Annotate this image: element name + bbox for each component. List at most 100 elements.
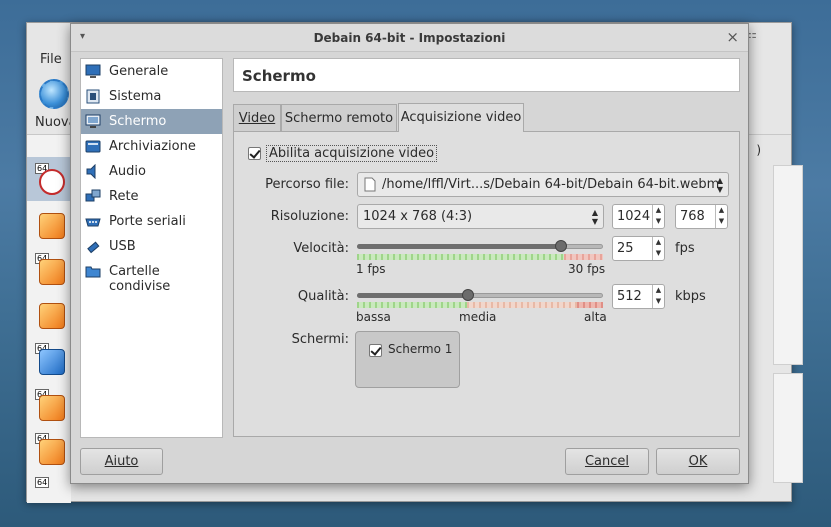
tab-schermo-remoto[interactable]: Schermo remoto — [281, 104, 397, 132]
sidebar-item-label: Generale — [109, 64, 169, 79]
sidebar-item-label: Cartelle condivise — [109, 264, 171, 294]
quality-slider-handle[interactable] — [462, 289, 474, 301]
sidebar-item-generale[interactable]: Generale — [81, 59, 222, 84]
quality-label: Qualità: — [297, 289, 349, 304]
sidebar-item-label: Schermo — [109, 114, 167, 129]
settings-dialog: ▾ Debain 64-bit - Impostazioni × General… — [70, 23, 749, 484]
help-button[interactable]: Aiuto — [80, 448, 163, 475]
sidebar-item-sistema[interactable]: Sistema — [81, 84, 222, 109]
ubuntu-logo-icon — [39, 303, 65, 329]
debian-logo-icon — [39, 169, 65, 195]
vm-list-item[interactable]: 64 — [35, 343, 67, 375]
sidebar-item-label: Archiviazione — [109, 139, 196, 154]
screen-1-label[interactable]: Schermo 1 — [388, 342, 452, 356]
resolution-value: 1024 x 768 (4:3) — [363, 209, 473, 224]
sidebar-item-porte-seriali[interactable]: Porte seriali — [81, 209, 222, 234]
spin-arrows-icon[interactable]: ▲ ▼ — [652, 285, 664, 308]
screens-list: Schermo 1 — [355, 331, 460, 388]
height-spinbox[interactable]: 768 ▲ ▼ — [675, 204, 728, 229]
ubuntu-logo-icon — [39, 213, 65, 239]
cancel-button[interactable]: Cancel — [565, 448, 649, 475]
tab-video[interactable]: Video — [233, 104, 281, 132]
quality-scale-mid — [467, 302, 577, 308]
speed-value: 25 — [617, 241, 634, 256]
sidebar-item-label: Porte seriali — [109, 214, 186, 229]
ok-button[interactable]: OK — [656, 448, 740, 475]
cancel-button-label: Cancel — [584, 454, 630, 469]
quality-scale-high — [577, 302, 603, 308]
speed-spinbox[interactable]: 25 ▲ ▼ — [612, 236, 665, 261]
ubuntu-logo-icon — [39, 439, 65, 465]
vm-list-item[interactable]: 64 — [35, 163, 67, 195]
speed-min-label: 1 fps — [356, 262, 386, 276]
dialog-title: Debain 64-bit - Impostazioni — [313, 31, 506, 45]
spin-arrows-icon[interactable]: ▲ ▼ — [715, 205, 727, 228]
speed-unit: fps — [675, 241, 695, 256]
vm-list: 64 64 64 64 64 64 — [27, 135, 71, 503]
height-value: 768 — [680, 209, 705, 224]
ok-button-label: OK — [688, 454, 708, 469]
spin-arrows-icon[interactable]: ▲ ▼ — [652, 237, 664, 260]
page-title: Schermo — [242, 67, 316, 85]
quality-value: 512 — [617, 289, 642, 304]
folder-icon — [85, 266, 101, 278]
dropdown-arrows-icon: ▲ ▼ — [716, 176, 723, 194]
sidebar-item-schermo[interactable]: Schermo — [81, 109, 222, 134]
width-spinbox[interactable]: 1024 ▲ ▼ — [612, 204, 665, 229]
sidebar-item-label: USB — [109, 239, 136, 254]
speed-max-label: 30 fps — [568, 262, 606, 276]
speed-slider-handle[interactable] — [555, 240, 567, 252]
screen-1-checkbox[interactable] — [369, 344, 382, 357]
quality-scale-low — [357, 302, 467, 308]
display-icon — [85, 114, 101, 128]
dialog-titlebar: ▾ Debain 64-bit - Impostazioni × — [71, 24, 748, 52]
new-vm-icon[interactable] — [39, 79, 69, 109]
dropdown-arrows-icon: ▲ ▼ — [591, 208, 598, 226]
sidebar-item-usb[interactable]: USB — [81, 234, 222, 259]
sidebar-item-label: Audio — [109, 164, 146, 179]
page-title-box: Schermo — [233, 58, 740, 92]
quality-low-label: bassa — [356, 310, 391, 324]
speaker-icon — [86, 164, 96, 179]
help-button-label: Aiuto — [104, 454, 139, 469]
serial-port-icon — [85, 218, 101, 227]
resolution-label: Risoluzione: — [270, 209, 349, 224]
vm-list-item[interactable]: 64 — [35, 433, 67, 465]
arch-logo-icon — [39, 349, 65, 375]
file-path-value: /home/lffl/Virt...s/Debain 64-bit/Debain… — [382, 177, 720, 192]
file-path-selector[interactable]: /home/lffl/Virt...s/Debain 64-bit/Debain… — [357, 172, 729, 197]
vm-list-item[interactable]: 64 — [35, 253, 67, 285]
menu-file[interactable]: File — [40, 52, 62, 67]
ubuntu-logo-icon — [39, 259, 65, 285]
enable-capture-checkbox[interactable] — [248, 147, 261, 160]
quality-spinbox[interactable]: 512 ▲ ▼ — [612, 284, 665, 309]
sidebar-item-archiviazione[interactable]: Archiviazione — [81, 134, 222, 159]
quality-unit: kbps — [675, 289, 706, 304]
speed-scale-high — [564, 254, 603, 260]
quality-mid-label: media — [459, 310, 497, 324]
tab-acquisizione-video[interactable]: Acquisizione video — [398, 103, 524, 132]
resolution-select[interactable]: 1024 x 768 (4:3) ▲ ▼ — [357, 204, 604, 229]
close-icon[interactable]: × — [726, 28, 739, 46]
vm-list-item[interactable]: 64 — [35, 389, 67, 421]
tab-label: Schermo remoto — [284, 111, 394, 126]
vm-64-badge: 64 — [35, 477, 50, 488]
screens-label: Schermi: — [291, 332, 349, 347]
speed-slider-fill — [357, 244, 561, 249]
path-label: Percorso file: — [265, 177, 349, 192]
speed-label: Velocità: — [293, 241, 349, 256]
storage-icon — [85, 140, 101, 153]
sidebar-item-rete[interactable]: Rete — [81, 184, 222, 209]
vm-list-item[interactable]: 64 — [35, 477, 67, 509]
tab-panel: Abilita acquisizione video Percorso file… — [233, 131, 740, 437]
vm-list-item[interactable] — [35, 207, 67, 239]
sidebar-item-cartelle-condivise[interactable]: Cartelle condivise — [81, 259, 222, 294]
usb-icon — [87, 241, 100, 254]
settings-sidebar: Generale Sistema Schermo Archiviazione A… — [80, 58, 223, 438]
width-value: 1024 — [617, 209, 651, 224]
spin-arrows-icon[interactable]: ▲ ▼ — [652, 205, 664, 228]
enable-capture-label[interactable]: Abilita acquisizione video — [266, 145, 438, 162]
monitor-icon — [85, 64, 101, 78]
sidebar-item-audio[interactable]: Audio — [81, 159, 222, 184]
vm-list-item[interactable] — [35, 297, 67, 329]
